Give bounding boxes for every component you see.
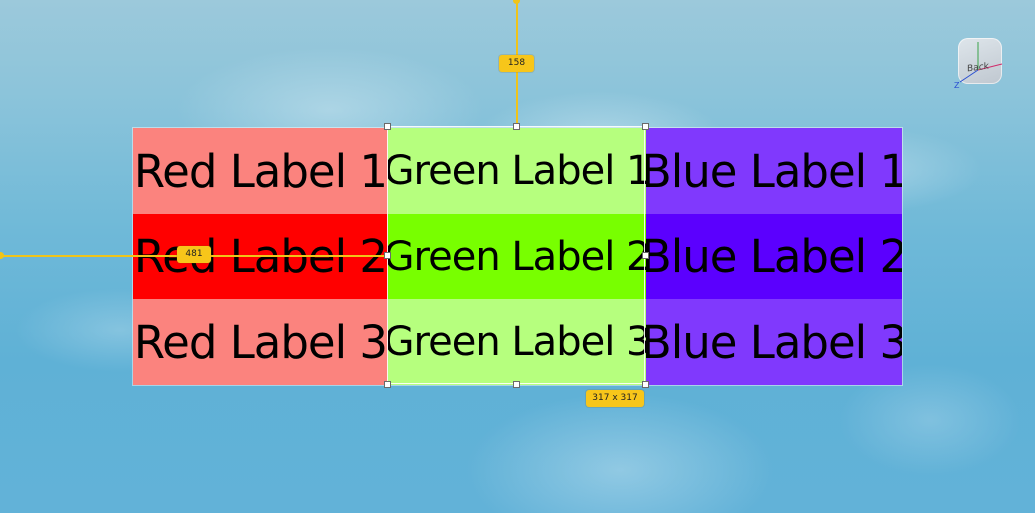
blue-label-1[interactable]: Blue Label 1 [646,128,902,214]
selection-size-badge: 317 x 317 [586,390,644,407]
red-label-3-text: Red Label 3 [133,315,388,369]
green-label-3[interactable]: Green Label 3 [388,299,646,385]
z-axis-label: Z [954,81,960,90]
green-label-1[interactable]: Green Label 1 [388,128,646,214]
blue-label-2[interactable]: Blue Label 2 [646,214,902,299]
blue-label-2-text: Blue Label 2 [646,230,902,283]
top-guide-endpoint [513,0,520,4]
green-label-3-text: Green Label 3 [388,319,646,365]
resize-handle-top-right[interactable] [642,123,649,130]
resize-handle-top[interactable] [513,123,520,130]
top-distance-badge: 158 [499,55,534,72]
red-label-1[interactable]: Red Label 1 [133,128,388,214]
view-cube-gizmo[interactable]: Back Z [950,34,1012,92]
blue-label-3[interactable]: Blue Label 3 [646,299,902,385]
resize-handle-left[interactable] [384,252,391,259]
resize-handle-bottom-left[interactable] [384,381,391,388]
resize-handle-bottom-right[interactable] [642,381,649,388]
green-label-2[interactable]: Green Label 2 [388,214,646,299]
green-label-1-text: Green Label 1 [388,148,646,194]
left-guide-endpoint [0,252,4,259]
red-label-3[interactable]: Red Label 3 [133,299,388,385]
resize-handle-bottom[interactable] [513,381,520,388]
resize-handle-right[interactable] [642,252,649,259]
blue-label-3-text: Blue Label 3 [646,315,902,369]
scene-viewport[interactable]: Red Label 1 Green Label 1 Blue Label 1 R… [0,0,1035,513]
resize-handle-top-left[interactable] [384,123,391,130]
left-distance-badge: 481 [177,246,211,263]
blue-label-1-text: Blue Label 1 [646,144,902,198]
green-label-2-text: Green Label 2 [388,233,646,280]
red-label-1-text: Red Label 1 [133,144,388,198]
